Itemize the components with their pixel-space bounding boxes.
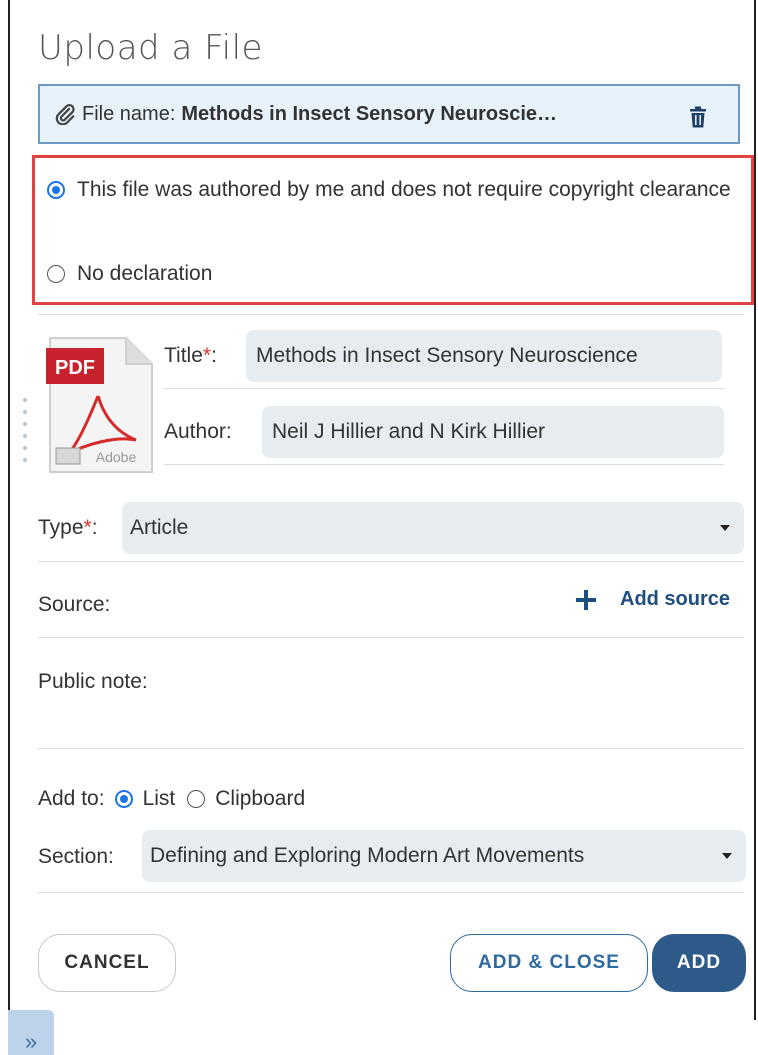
section-label: Section:: [38, 845, 114, 868]
colon: :: [91, 516, 98, 539]
colon: :: [211, 344, 217, 367]
required-asterisk: *: [202, 344, 212, 367]
adobe-brand-text: Adobe: [96, 449, 137, 465]
declaration-option-authored[interactable]: This file was authored by me and does no…: [47, 172, 747, 208]
type-label: Type*:: [38, 516, 98, 540]
divider: [38, 561, 744, 562]
type-label-text: Type: [38, 516, 84, 539]
radio-no-declaration[interactable]: [47, 265, 65, 283]
author-label: Author:: [164, 420, 232, 443]
author-input[interactable]: Neil J Hillier and N Kirk Hillier: [262, 406, 724, 458]
drag-handle-icon[interactable]: [23, 398, 29, 468]
paperclip-icon: [55, 104, 75, 125]
author-input-value: Neil J Hillier and N Kirk Hillier: [272, 420, 546, 443]
section-select[interactable]: Defining and Exploring Modern Art Moveme…: [142, 830, 746, 882]
title-label: Title*:: [164, 344, 217, 368]
page-title: Upload a File: [38, 28, 263, 68]
divider: [164, 388, 724, 389]
divider: [38, 314, 744, 315]
expand-panel-icon[interactable]: »: [8, 1010, 54, 1055]
add-and-close-button[interactable]: ADD & CLOSE: [450, 934, 648, 992]
title-input[interactable]: Methods in Insect Sensory Neuroscience: [246, 330, 722, 382]
pdf-file-icon: PDF Adobe: [46, 337, 153, 473]
upload-panel: Upload a File File name: Methods in Inse…: [8, 0, 756, 1020]
radio-add-to-list[interactable]: [114, 790, 133, 808]
cancel-button[interactable]: CANCEL: [38, 934, 176, 992]
add-source-label: Add source: [620, 588, 731, 610]
file-name-value: Methods in Insect Sensory Neuroscie…: [181, 102, 558, 125]
title-label-text: Title: [164, 344, 203, 367]
add-to-group: Add to: List Clipboard: [38, 785, 305, 813]
add-button[interactable]: ADD: [652, 934, 746, 992]
public-note-label: Public note:: [38, 670, 148, 693]
source-label: Source:: [38, 593, 111, 616]
divider: [38, 637, 744, 638]
add-source-button[interactable]: Add source: [576, 588, 730, 611]
trash-icon[interactable]: [688, 106, 708, 128]
add-to-label: Add to:: [38, 787, 105, 810]
file-name-box: File name: Methods in Insect Sensory Neu…: [38, 84, 740, 144]
type-select[interactable]: Article: [122, 502, 744, 554]
pdf-badge-text: PDF: [55, 357, 95, 379]
type-select-value: Article: [130, 516, 189, 539]
add-to-clipboard-label: Clipboard: [215, 787, 306, 810]
chevron-down-icon: [720, 525, 730, 531]
radio-authored[interactable]: [47, 181, 65, 199]
plus-icon: [576, 589, 596, 610]
copyright-declaration-group: This file was authored by me and does no…: [32, 155, 754, 305]
divider: [164, 464, 724, 465]
public-note-input[interactable]: [38, 700, 744, 746]
required-asterisk: *: [83, 516, 92, 539]
divider: [38, 892, 744, 893]
add-to-list-label: List: [142, 787, 176, 810]
divider: [38, 748, 744, 749]
chevron-down-icon: [722, 853, 732, 859]
radio-add-to-clipboard[interactable]: [187, 790, 206, 808]
declaration-option-none[interactable]: No declaration: [47, 256, 212, 292]
declaration-authored-label: This file was authored by me and does no…: [77, 178, 731, 201]
section-select-value: Defining and Exploring Modern Art Moveme…: [150, 844, 585, 867]
declaration-none-label: No declaration: [77, 262, 213, 285]
title-input-value: Methods in Insect Sensory Neuroscience: [256, 344, 638, 367]
file-name-label: File name:: [82, 102, 176, 125]
